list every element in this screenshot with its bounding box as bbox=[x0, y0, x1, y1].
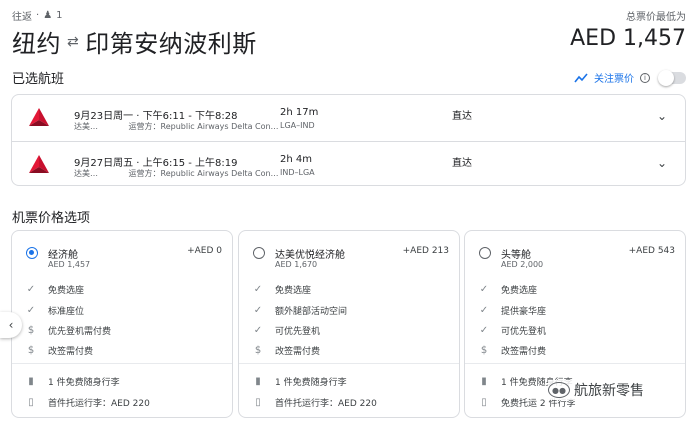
watermark: ●● 航旅新零售 bbox=[548, 380, 644, 400]
flight-duration: 2h 4m bbox=[280, 154, 312, 165]
checked-bag-paid-icon: ▯ bbox=[255, 397, 261, 408]
fare-feature: ✓ 标准座位 bbox=[26, 305, 85, 317]
flight-stops: 直达 bbox=[452, 158, 472, 169]
flight-airline: 达美… 运营方：Republic Airways Delta Con… bbox=[74, 122, 279, 131]
flight-row[interactable]: 9月27日周五 · 上午6:15 - 上午8:19 达美… 运营方：Republ… bbox=[12, 141, 685, 187]
track-prices-label: 关注票价 bbox=[594, 74, 634, 85]
fare-price: AED 1,670 bbox=[275, 260, 318, 269]
fare-name: 经济舱 bbox=[48, 250, 78, 261]
fare-name: 头等舱 bbox=[501, 250, 531, 261]
check-icon: ✓ bbox=[253, 325, 263, 336]
fare-price: AED 1,457 bbox=[48, 260, 91, 269]
fare-options-title: 机票价格选项 bbox=[12, 211, 91, 226]
fare-feature: ✓ 可优先登机 bbox=[479, 325, 547, 337]
flight-route: IND–LGA bbox=[280, 168, 315, 177]
check-icon: ✓ bbox=[26, 284, 36, 295]
fare-feature: $ 优先登机需付费 bbox=[27, 325, 112, 337]
person-icon: ♟ bbox=[43, 10, 53, 21]
trend-icon bbox=[574, 72, 588, 82]
fare-feature: $ 改签需付费 bbox=[27, 345, 94, 357]
fare-radio[interactable] bbox=[253, 247, 265, 259]
bag-info: ▯ 首件托运行李：AED 220 bbox=[253, 396, 377, 409]
round-trip-icon: ⇄ bbox=[67, 33, 80, 50]
flight-route: LGA–IND bbox=[280, 121, 315, 130]
fare-feature: ✓ 免费选座 bbox=[253, 284, 312, 296]
flight-date-time: 9月27日周五 · 上午6:15 - 上午8:19 bbox=[74, 158, 238, 169]
price-note: 总票价最低为 bbox=[626, 12, 686, 23]
chevron-left-icon: ‹ bbox=[8, 318, 14, 332]
fare-feature: ✓ 可优先登机 bbox=[253, 325, 321, 337]
dollar-icon: $ bbox=[254, 345, 262, 356]
total-price: AED 1,457 bbox=[570, 26, 686, 51]
divider bbox=[239, 363, 459, 364]
delta-logo bbox=[29, 108, 49, 126]
fare-feature: ✓ 提供豪华座 bbox=[479, 305, 547, 317]
check-icon: ✓ bbox=[253, 305, 263, 316]
route-title: 纽约 ⇄ 印第安纳波利斯 bbox=[12, 24, 257, 59]
fare-radio[interactable] bbox=[26, 247, 38, 259]
delta-logo bbox=[29, 155, 49, 173]
check-icon: ✓ bbox=[253, 284, 263, 295]
check-icon: ✓ bbox=[26, 305, 36, 316]
origin-city: 纽约 bbox=[12, 30, 61, 58]
fare-feature: $ 改签需付费 bbox=[254, 345, 321, 357]
fare-name: 达美优悦经济舱 bbox=[275, 250, 345, 261]
carry-on-icon: ▮ bbox=[481, 376, 487, 387]
check-icon: ✓ bbox=[479, 305, 489, 316]
bag-info: ▯ 首件托运行李：AED 220 bbox=[26, 396, 150, 409]
fare-price: AED 2,000 bbox=[501, 260, 544, 269]
check-icon: ✓ bbox=[479, 284, 489, 295]
fare-add-price: +AED 0 bbox=[187, 246, 222, 256]
flight-duration: 2h 17m bbox=[280, 107, 319, 118]
dollar-icon: $ bbox=[480, 345, 488, 356]
flight-airline: 达美… 运营方：Republic Airways Delta Con… bbox=[74, 169, 279, 178]
bag-info: ▮ 1 件免费随身行李 bbox=[26, 375, 119, 388]
chevron-down-icon[interactable]: ⌄ bbox=[657, 109, 667, 123]
dollar-icon: $ bbox=[27, 345, 35, 356]
fare-radio[interactable] bbox=[479, 247, 491, 259]
flight-row[interactable]: 9月23日周一 · 下午6:11 - 下午8:28 达美… 运营方：Republ… bbox=[12, 95, 685, 141]
divider bbox=[12, 363, 232, 364]
fare-feature: ✓ 额外腿部活动空间 bbox=[253, 305, 348, 317]
checked-bag-paid-icon: ▯ bbox=[28, 397, 34, 408]
carry-on-icon: ▮ bbox=[28, 376, 34, 387]
selected-flights-list: 9月23日周一 · 下午6:11 - 下午8:28 达美… 运营方：Republ… bbox=[11, 94, 686, 186]
bag-info: ▮ 1 件免费随身行李 bbox=[253, 375, 346, 388]
divider bbox=[465, 363, 685, 364]
fare-card-comfort[interactable]: 达美优悦经济舱 AED 1,670 +AED 213 ✓ 免费选座 ✓ 额外腿部活动… bbox=[238, 230, 460, 418]
trip-meta: 往返 · ♟ 1 bbox=[12, 8, 63, 23]
check-icon: ✓ bbox=[479, 325, 489, 336]
fare-feature: ✓ 免费选座 bbox=[26, 284, 85, 296]
flight-stops: 直达 bbox=[452, 111, 472, 122]
chevron-down-icon[interactable]: ⌄ bbox=[657, 156, 667, 170]
fare-feature: $ 改签需付费 bbox=[480, 345, 547, 357]
passenger-count[interactable]: 1 bbox=[56, 10, 62, 21]
track-prices[interactable]: 关注票价 i bbox=[574, 69, 686, 86]
track-prices-toggle[interactable] bbox=[658, 69, 686, 86]
fare-add-price: +AED 213 bbox=[402, 246, 449, 256]
destination-city: 印第安纳波利斯 bbox=[85, 30, 257, 58]
flight-date-time: 9月23日周一 · 下午6:11 - 下午8:28 bbox=[74, 111, 238, 122]
dollar-icon: $ bbox=[27, 325, 35, 336]
info-icon[interactable]: i bbox=[640, 72, 650, 83]
fare-card-economy[interactable]: 经济舱 AED 1,457 +AED 0 ✓ 免费选座 ✓ 标准座位 $ 优先登机需付… bbox=[11, 230, 233, 418]
trip-type[interactable]: 往返 bbox=[12, 8, 32, 23]
fare-feature: ✓ 免费选座 bbox=[479, 284, 538, 296]
selected-flights-title: 已选航班 bbox=[12, 72, 65, 87]
watermark-text: 航旅新零售 bbox=[574, 383, 644, 399]
checked-bag-icon: ▯ bbox=[481, 397, 487, 408]
fare-add-price: +AED 543 bbox=[628, 246, 675, 256]
carry-on-icon: ▮ bbox=[255, 376, 261, 387]
wechat-icon: ●● bbox=[548, 382, 570, 398]
